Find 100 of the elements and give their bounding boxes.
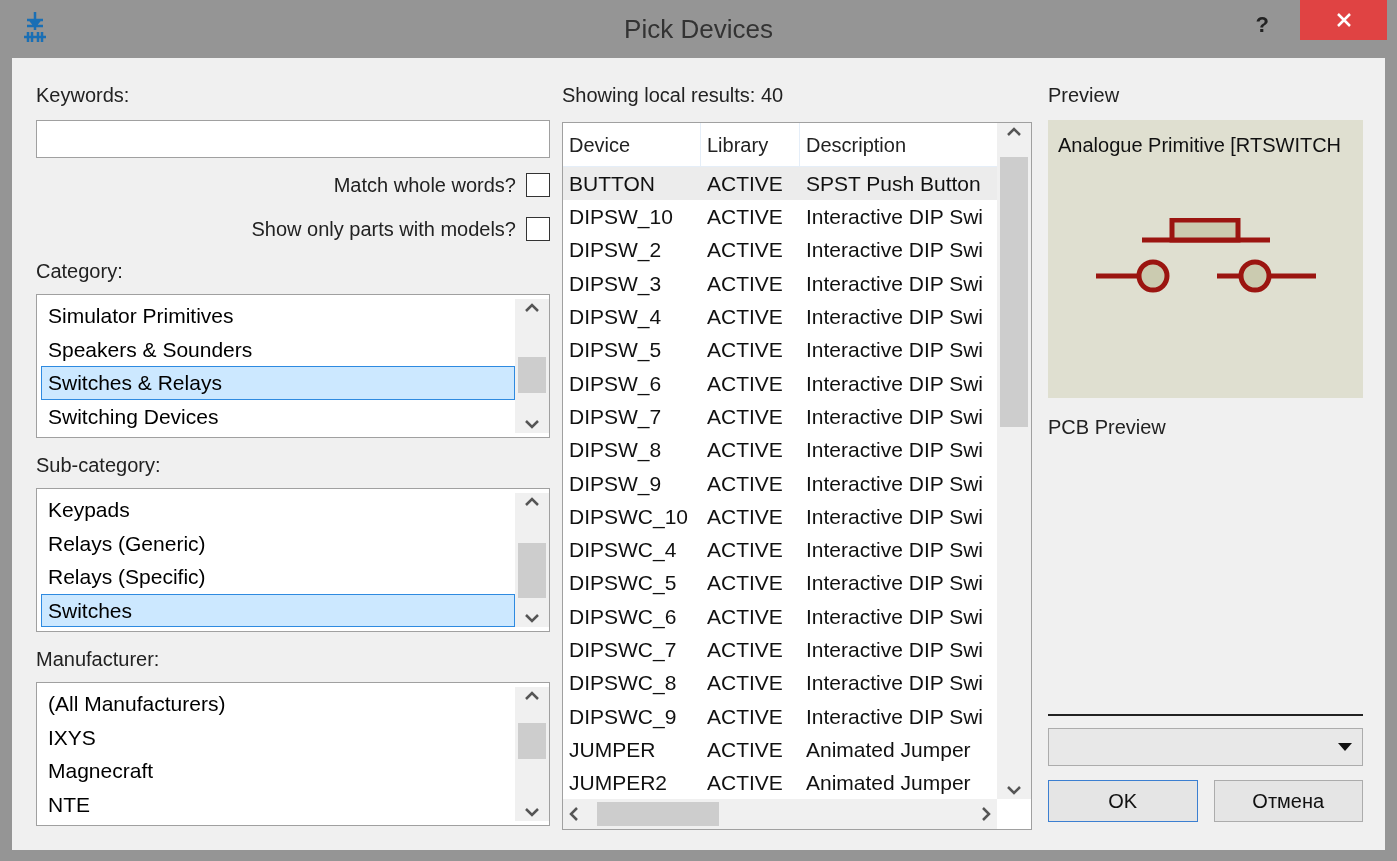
list-item[interactable]: Switches — [41, 593, 515, 627]
list-item[interactable]: Speakers & Sounders — [41, 332, 515, 366]
table-cell-text: ACTIVE — [706, 337, 784, 364]
scroll-left-icon[interactable] — [569, 807, 579, 821]
table-cell-text: ACTIVE — [706, 637, 784, 664]
checkbox[interactable] — [526, 173, 550, 197]
scroll-right-icon[interactable] — [981, 807, 991, 821]
scrollbar-thumb[interactable] — [1000, 157, 1028, 427]
list-item[interactable]: Magnecraft — [41, 754, 515, 788]
scroll-up-icon[interactable] — [525, 497, 539, 507]
scroll-down-icon[interactable] — [525, 419, 539, 429]
dropdown-caret-icon — [1338, 743, 1352, 751]
table-cell-text: Interactive DIP Swi — [805, 370, 984, 397]
scrollbar-thumb[interactable] — [518, 723, 546, 759]
table-row[interactable]: DIPSW_7 ACTIVE Interactive DIP Swi — [563, 400, 997, 434]
results-count: Showing local results: 40 — [562, 83, 785, 108]
table-row[interactable]: BUTTON ACTIVE SPST Push Button — [563, 167, 997, 201]
table-row[interactable]: DIPSWC_6 ACTIVE Interactive DIP Swi — [563, 599, 997, 634]
table-cell-text: DIPSWC_9 — [568, 703, 678, 731]
list-item[interactable]: Keypads — [41, 493, 515, 527]
table-cell-text: ACTIVE — [706, 770, 784, 797]
scrollbar-thumb[interactable] — [597, 802, 719, 826]
scrollbar-thumb[interactable] — [518, 543, 546, 598]
table-cell-text: ACTIVE — [706, 537, 784, 564]
table-cell-text: DIPSW_2 — [568, 237, 663, 264]
table-cell-text: Interactive DIP Swi — [805, 703, 984, 730]
scroll-up-icon[interactable] — [525, 691, 539, 701]
keywords-label: Keywords: — [36, 83, 131, 108]
table-cell-text: Animated Jumper — [805, 736, 972, 763]
column-header[interactable]: Description — [800, 123, 997, 166]
table-row[interactable]: DIPSWC_10 ACTIVE Interactive DIP Swi — [563, 499, 997, 534]
close-button[interactable] — [1300, 0, 1387, 40]
table-cell-text: ACTIVE — [706, 736, 784, 763]
table-cell-text: DIPSW_9 — [568, 470, 663, 498]
list-label: Manufacturer: — [36, 647, 161, 672]
table-cell-text: Interactive DIP Swi — [805, 570, 984, 597]
table-row[interactable]: DIPSW_10 ACTIVE Interactive DIP Swi — [563, 200, 997, 234]
vertical-scrollbar[interactable] — [515, 299, 549, 433]
table-cell-text: DIPSWC_10 — [568, 503, 690, 531]
list-item[interactable]: Relays (Specific) — [41, 560, 515, 594]
table-cell-text: Animated Jumper — [805, 770, 972, 797]
table-row[interactable]: DIPSWC_8 ACTIVE Interactive DIP Swi — [563, 666, 997, 700]
table-cell-text: ACTIVE — [706, 437, 784, 464]
help-button[interactable]: ? — [1255, 8, 1269, 41]
table-cell-text: Interactive DIP Swi — [805, 537, 984, 564]
table-row[interactable]: DIPSWC_4 ACTIVE Interactive DIP Swi — [563, 533, 997, 567]
list-item[interactable]: (All Manufacturers) — [41, 687, 515, 721]
column-header[interactable]: Library — [701, 123, 800, 166]
table-cell-text: Interactive DIP Swi — [805, 304, 984, 331]
table-row[interactable]: DIPSWC_5 ACTIVE Interactive DIP Swi — [563, 566, 997, 600]
vertical-scrollbar[interactable] — [997, 123, 1031, 799]
table-row[interactable]: DIPSW_5 ACTIVE Interactive DIP Swi — [563, 333, 997, 367]
table-cell-text: Interactive DIP Swi — [805, 603, 984, 630]
scroll-up-icon[interactable] — [525, 303, 539, 313]
table-row[interactable]: DIPSW_2 ACTIVE Interactive DIP Swi — [563, 233, 997, 267]
list-item[interactable]: Switches & Relays — [41, 366, 515, 400]
horizontal-scrollbar[interactable] — [563, 799, 997, 829]
list-item[interactable]: Relays (Generic) — [41, 526, 515, 560]
table-row[interactable]: JUMPER2 ACTIVE Animated Jumper — [563, 766, 997, 799]
scroll-down-icon[interactable] — [525, 807, 539, 817]
dialog-button[interactable]: OK — [1048, 780, 1198, 822]
table-cell-text: DIPSWC_6 — [568, 603, 678, 631]
table-row[interactable]: DIPSWC_9 ACTIVE Interactive DIP Swi — [563, 699, 997, 734]
table-cell-text: Interactive DIP Swi — [805, 437, 984, 464]
table-row[interactable]: DIPSW_3 ACTIVE Interactive DIP Swi — [563, 266, 997, 301]
table-cell-text: DIPSWC_4 — [568, 537, 678, 564]
table-cell-text: DIPSW_7 — [568, 403, 663, 431]
table-cell-text: BUTTON — [568, 170, 656, 197]
scroll-down-icon[interactable] — [525, 613, 539, 623]
table-cell-text: ACTIVE — [706, 470, 784, 497]
dialog-button[interactable]: Отмена — [1213, 780, 1363, 822]
scroll-up-icon[interactable] — [1007, 127, 1021, 137]
list-item[interactable]: IXYS — [41, 720, 515, 754]
table-cell-text: ACTIVE — [706, 237, 784, 264]
list-label: Category: — [36, 259, 124, 284]
table-cell-text: JUMPER — [568, 736, 657, 763]
table-row[interactable]: DIPSWC_7 ACTIVE Interactive DIP Swi — [563, 633, 997, 667]
vertical-scrollbar[interactable] — [515, 687, 549, 821]
package-dropdown[interactable] — [1048, 728, 1363, 766]
scroll-down-icon[interactable] — [1007, 785, 1021, 795]
list-item[interactable]: Switching Devices — [41, 399, 515, 433]
column-header[interactable]: Device — [563, 123, 701, 166]
scrollbar-thumb[interactable] — [518, 357, 546, 393]
keywords-field[interactable] — [36, 120, 550, 158]
table-cell-text: ACTIVE — [706, 570, 784, 597]
list-item[interactable]: NTE — [41, 787, 515, 821]
checkbox[interactable] — [526, 217, 550, 241]
list-item[interactable]: Simulator Primitives — [41, 299, 515, 333]
app-icon — [22, 12, 48, 44]
table-cell-text: ACTIVE — [706, 170, 784, 197]
vertical-scrollbar[interactable] — [515, 493, 549, 627]
table-row[interactable]: DIPSW_8 ACTIVE Interactive DIP Swi — [563, 433, 997, 467]
table-row[interactable]: DIPSW_9 ACTIVE Interactive DIP Swi — [563, 466, 997, 500]
table-cell-text: Interactive DIP Swi — [805, 503, 984, 530]
table-cell-text: ACTIVE — [706, 370, 784, 397]
table-cell-text: ACTIVE — [706, 204, 784, 231]
table-row[interactable]: JUMPER ACTIVE Animated Jumper — [563, 733, 997, 767]
table-cell-text: ACTIVE — [706, 670, 784, 697]
table-row[interactable]: DIPSW_4 ACTIVE Interactive DIP Swi — [563, 300, 997, 334]
table-row[interactable]: DIPSW_6 ACTIVE Interactive DIP Swi — [563, 366, 997, 401]
